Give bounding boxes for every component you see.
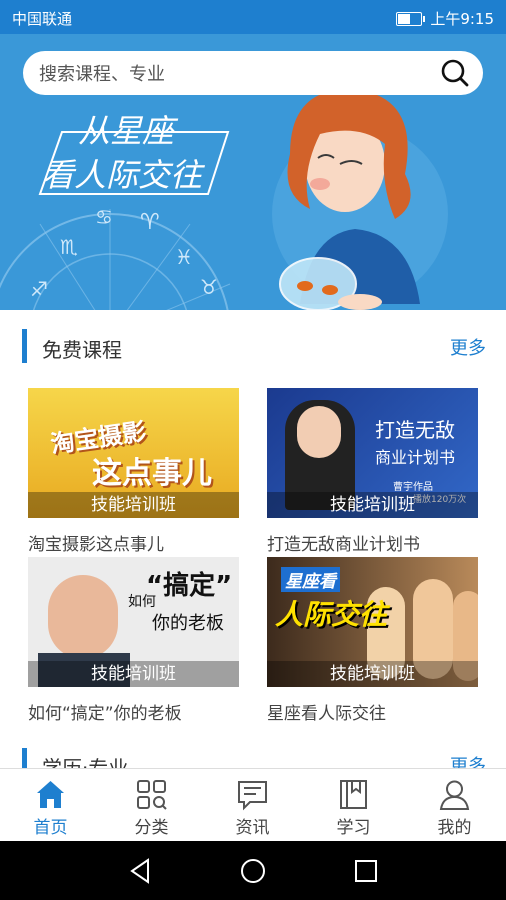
hero-banner[interactable]: ♏ ♋ ♈ ♓ ♐ ♉ 从星座 看人际交往 xyxy=(0,34,506,310)
course-thumbnail: 淘宝摄影 这点事儿 技能培训班 xyxy=(28,388,239,518)
svg-text:♉: ♉ xyxy=(200,275,218,299)
course-title: 淘宝摄影这点事儿 xyxy=(28,535,164,555)
bottom-tab-bar: 首页 分类 资讯 学习 我的 xyxy=(0,768,506,842)
banner-headline-2: 看人际交往 xyxy=(42,156,203,194)
tab-home[interactable]: 首页 xyxy=(0,769,101,842)
free-courses-header: 免费课程 更多 xyxy=(0,310,506,382)
status-bar: 中国联通 上午9:15 xyxy=(0,0,506,34)
carrier-label: 中国联通 xyxy=(12,10,73,28)
tab-news[interactable]: 资讯 xyxy=(202,769,303,842)
thumbnail-text: 人际交往 xyxy=(275,598,388,631)
search-icon[interactable] xyxy=(441,59,469,87)
course-grid: 淘宝摄影 这点事儿 技能培训班 淘宝摄影这点事儿 打造无敌 商业计划书 曹宇作品… xyxy=(0,382,506,724)
recents-icon[interactable] xyxy=(352,857,380,885)
thumbnail-text: 你的老板 xyxy=(152,613,224,634)
home-button-icon[interactable] xyxy=(239,857,267,885)
battery-icon xyxy=(396,11,426,26)
course-title: 星座看人际交往 xyxy=(267,704,386,724)
svg-text:♈: ♈ xyxy=(140,210,160,235)
thumbnail-text: 星座看 xyxy=(281,567,340,592)
course-tag: 技能培训班 xyxy=(267,661,478,687)
course-title: 如何“搞定”你的老板 xyxy=(28,704,182,724)
profile-icon xyxy=(439,780,470,810)
section-title: 免费课程 xyxy=(42,338,122,362)
more-link[interactable]: 更多 xyxy=(450,752,486,768)
tab-label: 首页 xyxy=(33,818,68,838)
tab-label: 资讯 xyxy=(235,818,270,838)
presenter-photo xyxy=(48,575,118,659)
category-icon xyxy=(137,780,167,810)
course-tag: 技能培训班 xyxy=(28,492,239,518)
svg-text:♋: ♋ xyxy=(95,205,113,229)
thumbnail-caption: 曹宇作品 xyxy=(393,482,433,493)
course-tag: 技能培训班 xyxy=(28,661,239,687)
svg-text:♏: ♏ xyxy=(60,235,78,259)
thumbnail-text: 商业计划书 xyxy=(375,448,456,467)
search-input[interactable] xyxy=(37,51,421,97)
course-tag: 技能培训班 xyxy=(267,492,478,518)
tab-study[interactable]: 学习 xyxy=(303,769,404,842)
course-thumbnail: 打造无敌 商业计划书 曹宇作品 播放120万次 技能培训班 xyxy=(267,388,478,518)
course-thumbnail: 如何 “搞定” 你的老板 技能培训班 xyxy=(28,557,239,687)
course-thumbnail: 星座看 人际交往 技能培训班 xyxy=(267,557,478,687)
clock: 上午9:15 xyxy=(430,10,494,28)
thumbnail-text: 这点事儿 xyxy=(92,456,212,491)
book-icon xyxy=(340,780,367,809)
svg-text:♓: ♓ xyxy=(175,245,193,269)
thumbnail-text: 打造无敌 xyxy=(375,418,455,442)
section-title: 学历·专业 xyxy=(42,756,129,768)
course-title: 打造无敌商业计划书 xyxy=(267,535,420,555)
section-accent-bar xyxy=(22,329,27,363)
tab-label: 分类 xyxy=(134,818,169,838)
degree-section-header: 学历·专业 更多 xyxy=(0,722,506,768)
back-icon[interactable] xyxy=(126,857,154,885)
svg-text:♐: ♐ xyxy=(30,277,48,301)
banner-headline-1: 从星座 xyxy=(78,112,175,150)
tab-label: 我的 xyxy=(437,818,472,838)
more-link[interactable]: 更多 xyxy=(450,334,486,360)
home-icon xyxy=(37,781,64,808)
tab-profile[interactable]: 我的 xyxy=(404,769,505,842)
news-icon xyxy=(238,781,267,811)
search-bar[interactable] xyxy=(23,51,483,97)
section-accent-bar xyxy=(22,748,27,768)
tab-label: 学习 xyxy=(336,818,371,838)
tab-category[interactable]: 分类 xyxy=(101,769,202,842)
thumbnail-text: “搞定” xyxy=(146,571,233,601)
system-navigation-bar xyxy=(0,841,506,900)
